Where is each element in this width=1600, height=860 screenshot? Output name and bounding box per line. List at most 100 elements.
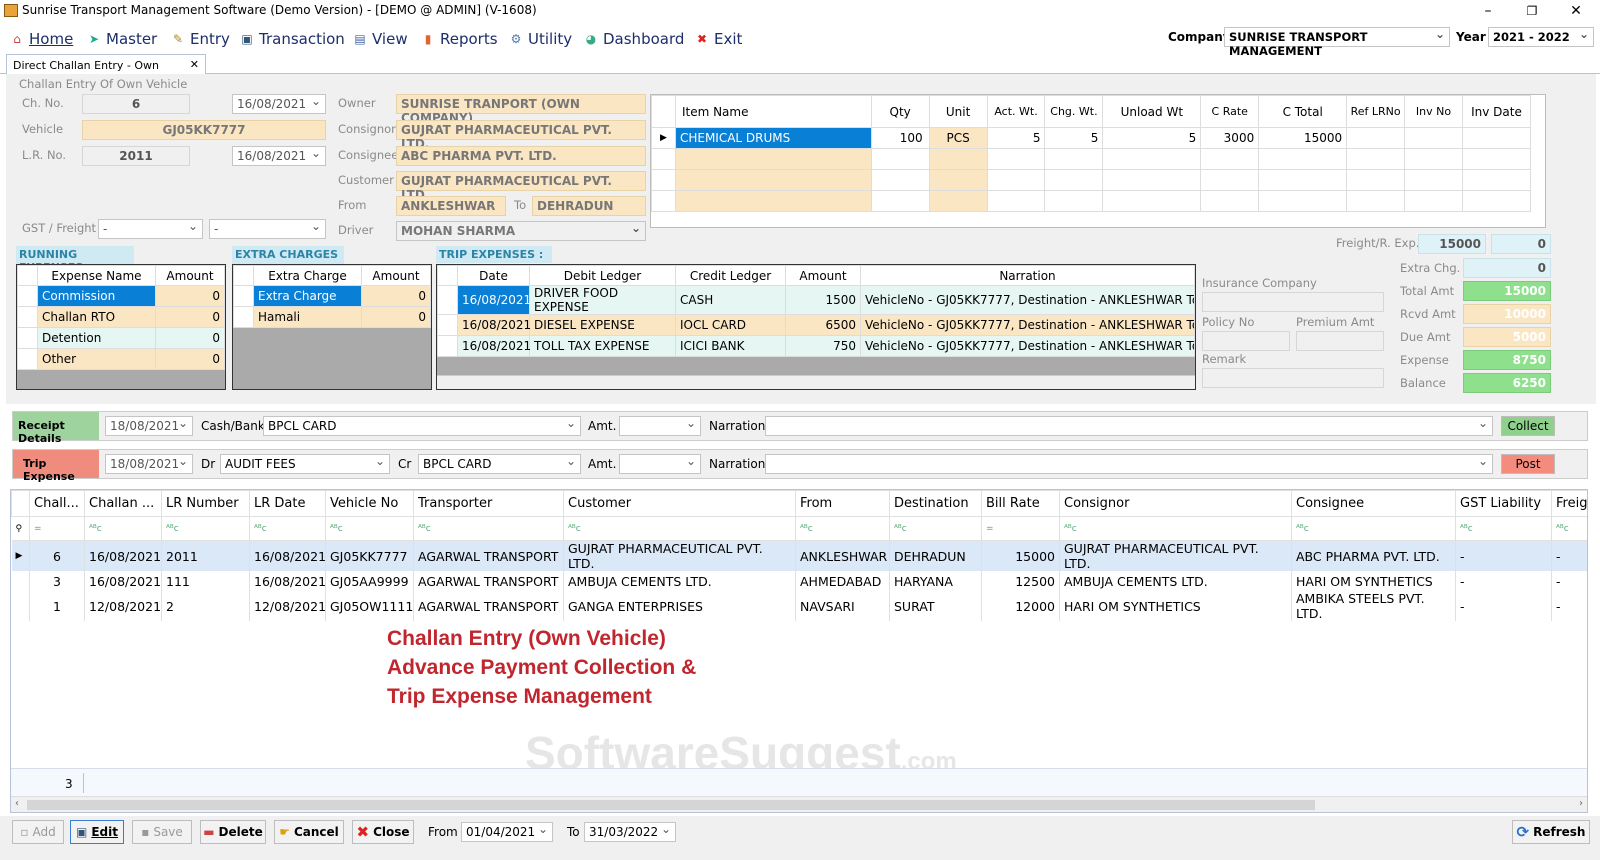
menu-entry[interactable]: ✎ Entry: [171, 28, 230, 50]
receipt-date[interactable]: 18/08/2021: [105, 416, 193, 436]
list-col-header[interactable]: Destination: [889, 490, 982, 517]
close-button[interactable]: ✖ Close: [352, 820, 414, 844]
from-date-select[interactable]: 01/04/2021: [461, 822, 553, 842]
add-button[interactable]: ▫ Add: [12, 820, 64, 844]
trip-narration-cell[interactable]: VehicleNo - GJ05KK7777, Destination - AN…: [860, 314, 1195, 336]
trip-credit-cell[interactable]: CASH: [675, 285, 786, 315]
expense-name-cell[interactable]: Commission: [37, 285, 156, 307]
menu-view[interactable]: ▤ View: [353, 28, 407, 50]
premium-field[interactable]: [1296, 331, 1384, 351]
cr-select[interactable]: BPCL CARD: [418, 454, 581, 474]
maximize-button[interactable]: ❐: [1510, 0, 1554, 22]
policy-field[interactable]: [1202, 331, 1290, 351]
trip-date-cell[interactable]: 16/08/2021: [457, 285, 531, 315]
consignee-field[interactable]: ABC PHARMA PVT. LTD.: [396, 146, 646, 166]
tab-direct-challan[interactable]: Direct Challan Entry - Own Vehicle✕: [6, 54, 206, 85]
refresh-button[interactable]: ⟳ Refresh: [1512, 820, 1590, 844]
extra-name-cell[interactable]: Extra Charge: [253, 285, 362, 307]
trip-narration-cell[interactable]: VehicleNo - GJ05KK7777, Destination - AN…: [860, 335, 1195, 357]
customer-field[interactable]: GUJRAT PHARMACEUTICAL PVT. LTD.: [396, 171, 646, 202]
trip-row[interactable]: 16/08/2021 DRIVER FOOD EXPENSE CASH 1500 Veh…: [437, 285, 1195, 315]
remark-field[interactable]: [1202, 368, 1384, 388]
close-window-button[interactable]: ✕: [1554, 0, 1598, 22]
items-row-empty[interactable]: [651, 148, 1532, 170]
delete-button[interactable]: ▬ Delete: [200, 820, 266, 844]
items-row-empty[interactable]: [651, 190, 1532, 212]
item-name-cell[interactable]: CHEMICAL DRUMS: [674, 127, 872, 149]
extra-row[interactable]: Extra Charge 0: [233, 285, 431, 307]
cancel-button[interactable]: ☛ Cancel: [274, 820, 344, 844]
table-row[interactable]: 1 12/08/2021 2 12/08/2021 GJ05OW1111 AGARWAL …: [11, 591, 1587, 621]
extra-amount-cell[interactable]: 0: [361, 306, 431, 328]
menu-transaction[interactable]: ▣ Transaction: [240, 28, 344, 50]
insurance-field[interactable]: [1202, 292, 1384, 312]
expense-amount-cell[interactable]: 0: [155, 285, 225, 307]
running-row[interactable]: Detention 0: [17, 327, 225, 349]
list-col-header[interactable]: Challan ...: [84, 490, 162, 517]
receipt-narration-input[interactable]: [765, 416, 1493, 436]
trip-row[interactable]: 16/08/2021 TOLL TAX EXPENSE ICICI BANK 750 V…: [437, 335, 1195, 357]
freight-exp-field[interactable]: 0: [1491, 234, 1551, 254]
item-ctotal-cell[interactable]: 15000: [1258, 127, 1348, 149]
scroll-left-icon[interactable]: ‹: [15, 798, 19, 809]
table-row[interactable]: 3 16/08/2021 111 16/08/2021 GJ05AA9999 AGARWA…: [11, 571, 1587, 591]
close-tab-icon[interactable]: ✕: [190, 58, 199, 71]
expense-name-cell[interactable]: Other: [37, 348, 156, 370]
post-button[interactable]: Post: [1501, 454, 1555, 474]
save-button[interactable]: ▪ Save: [132, 820, 192, 844]
item-chgwt-cell[interactable]: 5: [1044, 127, 1104, 149]
scroll-thumb[interactable]: [27, 800, 1315, 810]
items-row[interactable]: ▶ CHEMICAL DRUMS 100 PCS 5 5 5 3000 1500…: [651, 127, 1532, 149]
trip-amt-input[interactable]: [619, 454, 701, 474]
vehicle-field[interactable]: GJ05KK7777: [82, 120, 326, 140]
extra-name-cell[interactable]: Hamali: [253, 306, 362, 328]
expense-amount-cell[interactable]: 0: [155, 327, 225, 349]
trip-date-cell[interactable]: 16/08/2021: [457, 335, 531, 357]
trip-amount-cell[interactable]: 750: [785, 335, 861, 357]
trip-amount-cell[interactable]: 1500: [785, 285, 861, 315]
item-unloadwt-cell[interactable]: 5: [1102, 127, 1202, 149]
menu-reports[interactable]: ▮ Reports: [421, 28, 498, 50]
list-col-header[interactable]: From: [795, 490, 890, 517]
company-select[interactable]: SUNRISE TRANSPORT MANAGEMENT: [1224, 27, 1450, 58]
trip-debit-cell[interactable]: DIESEL EXPENSE: [529, 314, 676, 336]
expense-amount-cell[interactable]: 0: [155, 306, 225, 328]
year-select[interactable]: 2021 - 2022: [1488, 27, 1594, 47]
consignor-field[interactable]: GUJRAT PHARMACEUTICAL PVT. LTD.: [396, 120, 646, 151]
item-crate-cell[interactable]: 3000: [1200, 127, 1260, 149]
trip-debit-cell[interactable]: DRIVER FOOD EXPENSE: [529, 285, 676, 315]
list-col-header[interactable]: Chall...: [29, 490, 85, 517]
extra-chg-field[interactable]: 0: [1463, 258, 1551, 278]
collect-button[interactable]: Collect: [1501, 416, 1555, 436]
to-field[interactable]: DEHRADUN: [532, 196, 646, 216]
freight-field[interactable]: 15000: [1418, 234, 1486, 254]
gst-select-2[interactable]: -: [209, 219, 326, 239]
trip-narration-cell[interactable]: VehicleNo - GJ05KK7777, Destination - AN…: [860, 285, 1195, 315]
trip-debit-cell[interactable]: TOLL TAX EXPENSE: [529, 335, 676, 357]
list-col-header[interactable]: LR Date: [249, 490, 326, 517]
filter-row[interactable]: ⚲ = ᴬᴮc ᴬᴮc ᴬᴮc ᴬᴮc ᴬᴮc ᴬᴮc ᴬᴮc ᴬᴮc = ᴬᴮ…: [11, 516, 1587, 541]
minimize-button[interactable]: –: [1466, 0, 1510, 22]
list-col-header[interactable]: GST Liability: [1455, 490, 1552, 517]
list-col-header[interactable]: Consignor: [1059, 490, 1292, 517]
menu-exit[interactable]: ✖ Exit: [695, 28, 742, 50]
items-row-empty[interactable]: [651, 169, 1532, 191]
extra-row[interactable]: Hamali 0: [233, 306, 431, 328]
running-row[interactable]: Other 0: [17, 348, 225, 370]
ch-no-field[interactable]: 6: [82, 94, 190, 114]
list-col-header[interactable]: Bill Rate: [981, 490, 1060, 517]
trip-credit-cell[interactable]: ICICI BANK: [675, 335, 786, 357]
trip-hscrollbar[interactable]: [437, 375, 1195, 389]
expense-amount-cell[interactable]: 0: [155, 348, 225, 370]
running-row[interactable]: Challan RTO 0: [17, 306, 225, 328]
menu-dashboard[interactable]: ◕ Dashboard: [584, 28, 685, 50]
running-row[interactable]: Commission 0: [17, 285, 225, 307]
ch-date-field[interactable]: 16/08/2021: [232, 94, 326, 114]
item-unit-cell[interactable]: PCS: [928, 127, 988, 149]
scroll-right-icon[interactable]: ›: [1579, 798, 1583, 809]
cash-bank-select[interactable]: BPCL CARD: [263, 416, 581, 436]
lr-date-field[interactable]: 16/08/2021: [232, 146, 326, 166]
expense-name-cell[interactable]: Detention: [37, 327, 156, 349]
menu-utility[interactable]: ⚙ Utility: [509, 28, 573, 50]
gst-select-1[interactable]: -: [98, 219, 203, 239]
